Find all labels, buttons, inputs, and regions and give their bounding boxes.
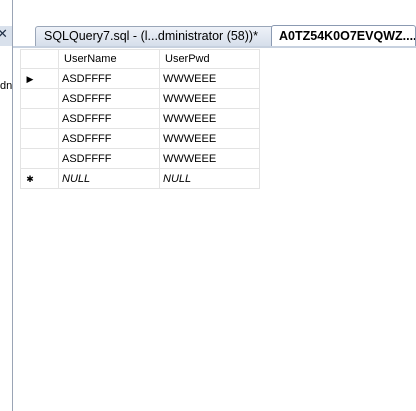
cell-userpwd[interactable]: WWWEEE bbox=[159, 148, 260, 169]
grid-header-row: UserName UserPwd bbox=[20, 49, 260, 69]
cell-userpwd[interactable]: WWWEEE bbox=[159, 88, 260, 109]
cell-username[interactable]: ASDFFFF bbox=[58, 128, 160, 149]
cell-userpwd[interactable]: WWWEEE bbox=[159, 68, 260, 89]
row-selector[interactable] bbox=[20, 128, 59, 149]
cell-userpwd[interactable]: WWWEEE bbox=[159, 108, 260, 129]
table-row[interactable]: ASDFFFF WWWEEE bbox=[20, 128, 260, 149]
tab-strip-divider bbox=[13, 46, 416, 48]
row-selector[interactable] bbox=[20, 88, 59, 109]
results-grid: UserName UserPwd ▶ ASDFFFF WWWEEE ASDFFF… bbox=[20, 49, 260, 189]
row-selector[interactable] bbox=[20, 148, 59, 169]
table-row[interactable]: ASDFFFF WWWEEE bbox=[20, 148, 260, 169]
tab-sqlquery7[interactable]: SQLQuery7.sql - (l...dministrator (58))* bbox=[35, 26, 287, 46]
new-row-asterisk-icon: ✱ bbox=[26, 174, 34, 185]
row-selector-header[interactable] bbox=[20, 49, 59, 69]
column-header-username[interactable]: UserName bbox=[58, 49, 160, 69]
row-selector[interactable]: ✱ bbox=[20, 168, 59, 189]
cell-username[interactable]: ASDFFFF bbox=[58, 88, 160, 109]
object-explorer-panel: ✕ dn bbox=[0, 0, 13, 411]
table-row[interactable]: ASDFFFF WWWEEE bbox=[20, 88, 260, 109]
cell-userpwd[interactable]: NULL bbox=[159, 168, 260, 189]
object-explorer-clipped-text: dn bbox=[0, 80, 13, 92]
document-tab-strip: SQLQuery7.sql - (l...dministrator (58))*… bbox=[13, 0, 416, 47]
column-header-userpwd[interactable]: UserPwd bbox=[159, 49, 260, 69]
cell-username[interactable]: ASDFFFF bbox=[58, 68, 160, 89]
cell-username[interactable]: ASDFFFF bbox=[58, 108, 160, 129]
table-row[interactable]: ASDFFFF WWWEEE bbox=[20, 108, 260, 129]
new-row[interactable]: ✱ NULL NULL bbox=[20, 168, 260, 189]
cell-username[interactable]: NULL bbox=[58, 168, 160, 189]
close-icon[interactable]: ✕ bbox=[0, 26, 8, 44]
cell-username[interactable]: ASDFFFF bbox=[58, 148, 160, 169]
current-row-arrow-icon: ▶ bbox=[26, 73, 34, 84]
row-selector[interactable]: ▶ bbox=[20, 68, 59, 89]
table-row[interactable]: ▶ ASDFFFF WWWEEE bbox=[20, 68, 260, 89]
sql-results-window: ✕ dn SQLQuery7.sql - (l...dministrator (… bbox=[0, 0, 416, 411]
row-selector[interactable] bbox=[20, 108, 59, 129]
cell-userpwd[interactable]: WWWEEE bbox=[159, 128, 260, 149]
tab-table-editor[interactable]: A0TZ54K0O7EVQWZ.... bbox=[271, 25, 416, 47]
